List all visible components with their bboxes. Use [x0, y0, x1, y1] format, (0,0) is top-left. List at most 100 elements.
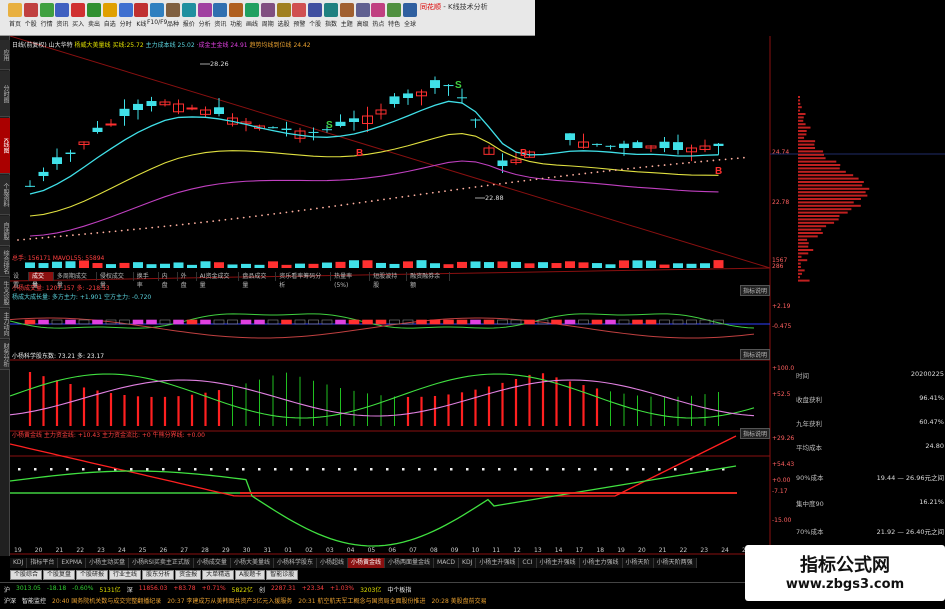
sidebar-tab-8[interactable]: 主力动向: [0, 309, 10, 339]
panel1-axis-label: -0.475: [772, 323, 792, 330]
long-ma-dot: [303, 209, 306, 211]
formula-tab-10[interactable]: 小杨黄金线: [347, 558, 385, 568]
function-tab-9[interactable]: 智能诊股: [266, 570, 299, 580]
panel1-box: [456, 319, 468, 325]
function-tab-8[interactable]: A股题卡: [235, 570, 266, 580]
x-axis-label: 05: [368, 547, 376, 554]
panel1-box: [524, 319, 535, 325]
indicator-tab-2[interactable]: 成交量: [28, 272, 54, 289]
news-item-6[interactable]: 20:28 美股盘前交易: [431, 596, 486, 605]
long-ma-dot: [200, 221, 202, 224]
x-axis-label: 12: [513, 547, 521, 554]
panel1-help-button[interactable]: 指标说明: [740, 285, 771, 296]
function-tab-7[interactable]: 大单精选: [202, 570, 235, 580]
long-ma-dot: [444, 190, 446, 193]
indicator-tab-1[interactable]: 设置: [10, 272, 29, 289]
function-tab-5[interactable]: 股东分析: [142, 570, 175, 580]
news-item-4[interactable]: 20:37 李建成万从美韩图共资产3亿元入援服务: [167, 596, 292, 605]
sidebar-tab-4[interactable]: 个股资料: [0, 175, 10, 215]
formula-tab-8[interactable]: 小杨科学股东: [273, 558, 317, 568]
news-ticker: 沪深 智能监控 20:40 国务院机关数与成交完整翻播纪录 20:37 李建成万从美韩…: [4, 596, 487, 605]
indicator-tab-7[interactable]: 外盘: [178, 272, 197, 289]
sidebar-tab-7[interactable]: 牛叉诊股: [0, 278, 10, 308]
panel1-box: [443, 319, 454, 325]
chip-bar: [798, 164, 841, 166]
indicator-tab-5[interactable]: 换手率: [134, 272, 159, 289]
indicator-tab-13[interactable]: 融资融券余额: [407, 272, 450, 289]
indicator-tab-10[interactable]: 资乐看率筹码分析: [276, 272, 332, 289]
panel3-marker-dot: [658, 468, 661, 471]
chip-bar: [798, 235, 818, 238]
indicator-tab-11[interactable]: 热量率(5%): [331, 272, 371, 289]
formula-tab-11[interactable]: 小杨两面量金线: [385, 558, 435, 568]
long-ma-dot: [126, 229, 129, 231]
long-ma-dot: [23, 238, 25, 241]
formula-tab-6[interactable]: 小杨成交量: [193, 558, 231, 568]
formula-tab-3[interactable]: EXPMA: [58, 558, 87, 568]
chip-bar: [798, 221, 835, 224]
indicator-tab-8[interactable]: AI资金成交量: [197, 272, 240, 289]
chip-bar: [798, 266, 801, 268]
formula-tab-14[interactable]: 小杨主升强线: [476, 558, 520, 568]
indicator-tab-9[interactable]: 盘品成交量: [239, 272, 277, 289]
chip-info-value: 60.47%: [919, 418, 944, 426]
ticker-item-15: 3203亿: [360, 587, 382, 594]
panel1-box: [146, 319, 157, 325]
panel1-box: [551, 319, 562, 325]
long-ma-dot: [72, 234, 74, 237]
formula-tab-1[interactable]: KDJ: [10, 558, 28, 568]
sidebar-tab-2[interactable]: 分时图: [0, 71, 10, 117]
toolbar-button-26[interactable]: 全球: [399, 2, 421, 34]
formula-tab-9[interactable]: 小杨超线: [316, 558, 348, 568]
volume-bar: [38, 263, 49, 268]
function-tab-2[interactable]: 个股复盘: [43, 570, 76, 580]
ma-value-4: 24.42: [291, 42, 311, 49]
panel1-box: [362, 319, 373, 325]
formula-tab-7[interactable]: 小杨大美量线: [230, 558, 274, 568]
panel3-help-button[interactable]: 指标说明: [740, 428, 771, 439]
formula-tab-16[interactable]: 小杨主升强线: [536, 558, 580, 568]
function-tab-1[interactable]: 个股综合: [10, 570, 43, 580]
chip-bar: [798, 160, 837, 163]
function-tab-4[interactable]: 行业主线: [109, 570, 142, 580]
long-ma-dot: [285, 211, 288, 214]
indicator-tab-12[interactable]: 短股波持股: [370, 272, 408, 289]
formula-tab-2[interactable]: 指标平台: [27, 558, 59, 568]
formula-tab-4[interactable]: 小杨主动买盘: [86, 558, 130, 568]
formula-tabs: KDJ 指标平台 EXPMA 小杨主动买盘 小杨RSI买卖主正式版 小杨成交量 小杨大美量线…: [10, 558, 697, 568]
indicator-tab-4[interactable]: 侵权成交量: [97, 272, 134, 289]
news-item-5[interactable]: 20:31 航空航天军工概念与国资局全面股份推进: [298, 596, 425, 605]
long-ma-dot: [499, 182, 501, 185]
indicator-tab-3[interactable]: 多周期成交量: [54, 272, 97, 289]
trade-signal-s: S: [326, 120, 333, 131]
sidebar-tab-5[interactable]: 自选股: [0, 216, 10, 246]
news-item-3[interactable]: 20:40 国务院机关数与成交完整翻播纪录: [52, 596, 161, 605]
chip-bar: [798, 113, 806, 115]
formula-tab-17[interactable]: 小杨主力强线: [579, 558, 623, 568]
sidebar-tab-1[interactable]: 应用: [0, 40, 10, 70]
volume-bar: [673, 263, 683, 268]
formula-tab-12[interactable]: MACD: [434, 558, 460, 568]
function-tab-6[interactable]: 资金报: [175, 570, 202, 580]
formula-tab-19[interactable]: 小杨天阶两强: [653, 558, 697, 568]
formula-tab-15[interactable]: CCI: [519, 558, 537, 568]
sidebar-tab-9[interactable]: 财务分析: [0, 340, 10, 370]
long-ma-dot: [566, 174, 568, 177]
chip-info-value: 20200225: [910, 370, 944, 378]
panel3-marker-dot: [50, 468, 53, 471]
sidebar-tab-3[interactable]: K线图: [0, 118, 10, 174]
panel3-marker-dot: [402, 468, 405, 471]
formula-tab-13[interactable]: KDJ: [459, 558, 477, 568]
sidebar-tab-6[interactable]: 综合排名: [0, 247, 10, 277]
function-tab-3[interactable]: 个股研报: [76, 570, 109, 580]
chip-bar: [798, 232, 823, 234]
formula-tab-18[interactable]: 小杨天阶: [622, 558, 654, 568]
formula-tab-5[interactable]: 小杨RSI买卖主正式版: [129, 558, 194, 568]
panel1-box: [65, 319, 76, 325]
indicator-tab-6[interactable]: 内盘: [159, 272, 178, 289]
panel2-line-magenta: [10, 379, 755, 417]
chip-bar: [798, 211, 848, 214]
volume-bar: [632, 260, 643, 268]
long-ma-dot: [358, 201, 361, 204]
panel2-help-button[interactable]: 指标说明: [740, 349, 771, 360]
